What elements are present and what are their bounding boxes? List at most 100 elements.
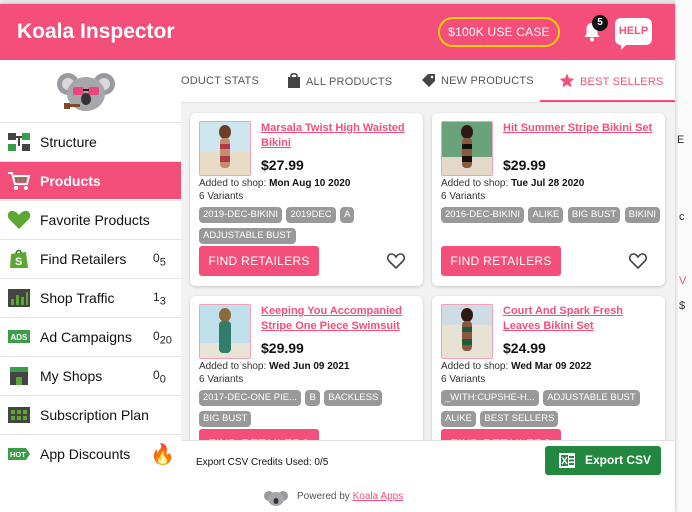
tab-all-products[interactable]: ALL PRODUCTS	[287, 72, 392, 88]
traffic-icon	[8, 289, 30, 307]
export-footer: Export CSV Credits Used: 0/5 Export CSV	[181, 440, 675, 484]
ad-campaigns-count: 020	[153, 329, 172, 347]
product-tag: 2019-DEC-BIKINI	[199, 207, 282, 223]
favorite-heart-icon[interactable]	[628, 251, 648, 271]
sidebar-item-label: App Discounts	[40, 446, 131, 462]
header-bar: Koala Inspector $100K USE CASE 5 HELP	[0, 4, 675, 60]
product-tag: A	[340, 207, 355, 223]
sidebar-item-favorite-products[interactable]: Favorite Products	[0, 200, 181, 238]
tag-list: 2019-DEC-BIKINI 2019DEC A ADJUSTABLE BUS…	[199, 204, 419, 246]
tag-list: _WITH:CUPSHE-H... ADJUSTABLE BUST ALIKE …	[441, 387, 661, 429]
find-retailers-button[interactable]: FIND RETAILERS	[441, 246, 561, 276]
sidebar-item-label: Find Retailers	[40, 251, 127, 267]
export-csv-label: Export CSV	[585, 453, 652, 467]
product-name-link[interactable]: Hit Summer Stripe Bikini Set	[503, 121, 661, 136]
product-price: $27.99	[261, 157, 304, 173]
bag-icon	[288, 72, 300, 88]
shop-icon	[10, 367, 28, 385]
product-card: Hit Summer Stripe Bikini Set $29.99 Adde…	[432, 113, 665, 286]
product-tag: 2016-DEC-BIKINI	[441, 207, 524, 223]
shopify-bag-icon: S	[10, 249, 28, 268]
tab-new-products[interactable]: NEW PRODUCTS	[421, 73, 534, 87]
use-case-button[interactable]: $100K USE CASE	[438, 17, 560, 47]
product-tag: B	[305, 390, 320, 406]
my-shops-count: 00	[153, 368, 166, 386]
koala-logo	[0, 60, 181, 122]
excel-icon	[559, 453, 575, 468]
tag-list: 2016-DEC-BIKINI ALIKE BIG BUST BIKINI	[441, 204, 661, 225]
sidebar-item-label: Ad Campaigns	[40, 329, 132, 345]
tab-product-stats[interactable]: ODUCT STATS	[181, 75, 259, 87]
tag-icon	[422, 74, 435, 87]
product-tag: BIKINI	[624, 207, 661, 223]
export-credits-text: Export CSV Credits Used: 0/5	[196, 457, 329, 468]
koala-apps-link[interactable]: Koala Apps	[353, 491, 404, 502]
svg-text:ADS: ADS	[11, 333, 29, 342]
heart-icon	[7, 210, 31, 229]
product-tag: BEST SELLERS	[480, 411, 559, 427]
koala-inspector-panel: Koala Inspector $100K USE CASE 5 HELP St…	[0, 4, 675, 512]
sidebar-item-subscription-plan[interactable]: Subscription Plan	[0, 395, 181, 433]
tab-bar: ODUCT STATS ALL PRODUCTS NEW PRODUCTS BE…	[181, 60, 675, 103]
product-tag: ADJUSTABLE BUST	[543, 390, 640, 406]
variant-count: 6 Variants	[199, 191, 244, 202]
tab-best-sellers[interactable]: BEST SELLERS	[559, 73, 664, 88]
product-image[interactable]	[199, 121, 251, 176]
svg-text:HOT: HOT	[10, 450, 26, 459]
added-date: Added to shop: Wed Mar 09 2022	[441, 361, 592, 372]
product-card: Marsala Twist High Waisted Bikini $27.99…	[190, 113, 423, 286]
structure-icon	[8, 133, 30, 151]
product-name-link[interactable]: Court And Spark Fresh Leaves Bikini Set	[503, 304, 661, 334]
product-price: $24.99	[503, 340, 546, 356]
sidebar-item-label: My Shops	[40, 368, 103, 384]
sidebar-item-ad-campaigns[interactable]: ADS Ad Campaigns 020	[0, 317, 181, 355]
sidebar-item-shop-traffic[interactable]: Shop Traffic 13	[0, 278, 181, 316]
favorite-heart-icon[interactable]	[386, 251, 406, 271]
export-csv-button[interactable]: Export CSV	[545, 446, 661, 475]
product-image[interactable]	[441, 121, 493, 176]
find-retailers-button[interactable]: FIND RETAILERS	[199, 246, 319, 276]
sidebar-item-my-shops[interactable]: My Shops 00	[0, 356, 181, 394]
koala-mini-icon	[264, 491, 288, 506]
traffic-count: 13	[153, 290, 166, 308]
sidebar-item-app-discounts[interactable]: HOT App Discounts 🔥	[0, 434, 181, 472]
product-tag: ADJUSTABLE BUST	[199, 228, 296, 244]
product-tag: ALIKE	[528, 207, 564, 223]
product-name-link[interactable]: Keeping You Accompanied Stripe One Piece…	[261, 304, 419, 334]
active-tab-indicator	[540, 100, 675, 102]
variant-count: 6 Variants	[441, 374, 486, 385]
variant-count: 6 Variants	[441, 191, 486, 202]
product-tag: BIG BUST	[567, 207, 621, 223]
product-tag: _WITH:CUPSHE-H...	[441, 390, 539, 406]
sidebar-item-label: Structure	[40, 134, 97, 150]
added-date: Added to shop: Tue Jul 28 2020	[441, 178, 585, 189]
added-date: Added to shop: Mon Aug 10 2020	[199, 178, 351, 189]
main-content: ODUCT STATS ALL PRODUCTS NEW PRODUCTS BE…	[181, 60, 675, 512]
cart-icon	[8, 172, 31, 190]
retailers-count: 05	[153, 251, 166, 269]
product-price: $29.99	[503, 157, 546, 173]
help-button[interactable]: HELP	[615, 18, 652, 50]
fire-icon: 🔥	[150, 444, 175, 466]
sidebar-item-label: Products	[40, 173, 101, 189]
product-tag: BIG BUST	[199, 411, 252, 427]
star-icon	[559, 73, 575, 88]
notification-badge: 5	[592, 15, 608, 31]
product-image[interactable]	[199, 304, 251, 359]
powered-by-text: Powered by Koala Apps	[297, 491, 404, 502]
sidebar-item-label: Subscription Plan	[40, 407, 149, 423]
ads-icon: ADS	[8, 330, 30, 343]
tag-list: 2017-DEC-ONE PIE... B BACKLESS BIG BUST	[199, 387, 419, 429]
sidebar-item-find-retailers[interactable]: S Find Retailers 05	[0, 239, 181, 277]
product-name-link[interactable]: Marsala Twist High Waisted Bikini	[261, 121, 419, 151]
product-tag: 2019DEC	[286, 207, 336, 223]
app-title: Koala Inspector	[17, 20, 175, 43]
sidebar-item-structure[interactable]: Structure	[0, 122, 181, 160]
plan-icon	[8, 407, 30, 423]
product-tag: 2017-DEC-ONE PIE...	[199, 390, 301, 406]
product-image[interactable]	[441, 304, 493, 359]
hot-icon: HOT	[8, 448, 30, 460]
sidebar-item-label: Shop Traffic	[40, 290, 115, 306]
sidebar-item-products[interactable]: Products	[0, 161, 181, 199]
powered-by-bar: Powered by Koala Apps	[181, 483, 675, 512]
